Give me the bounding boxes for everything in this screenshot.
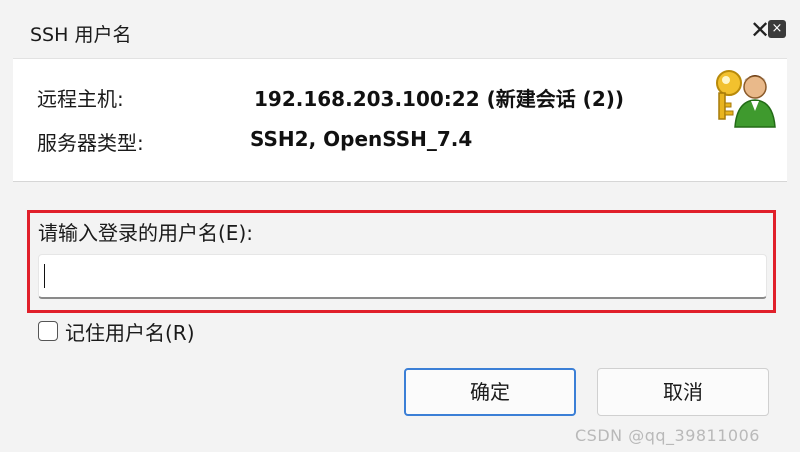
username-prompt-label: 请输入登录的用户名(E): [38,221,253,245]
remember-username-label: 记住用户名(R) [65,320,195,345]
checkbox-box[interactable] [38,321,58,341]
connection-info-panel: 远程主机: 192.168.203.100:22 (新建会话 (2)) 服务器类… [13,58,787,182]
remote-host-label: 远程主机: [37,87,124,111]
ssh-username-dialog: SSH 用户名 ✕ × 远程主机: 192.168.203.100:22 (新建… [0,0,800,452]
server-type-label: 服务器类型: [37,131,144,155]
remote-host-value: 192.168.203.100:22 (新建会话 (2)) [254,87,625,111]
server-type-value: SSH2, OpenSSH_7.4 [250,127,473,151]
watermark-text: CSDN @qq_39811006 [575,426,760,445]
title-bar: SSH 用户名 ✕ × [0,0,800,58]
overlay-close-icon: × [768,20,786,38]
user-key-icon [716,70,776,128]
close-button[interactable]: ✕ × [748,17,788,44]
remember-username-checkbox[interactable]: 记住用户名(R) [38,318,195,345]
cancel-button[interactable]: 取消 [597,368,769,416]
dialog-title: SSH 用户名 [30,24,132,46]
text-caret [44,264,45,288]
ok-button[interactable]: 确定 [404,368,576,416]
username-input[interactable] [38,254,767,299]
